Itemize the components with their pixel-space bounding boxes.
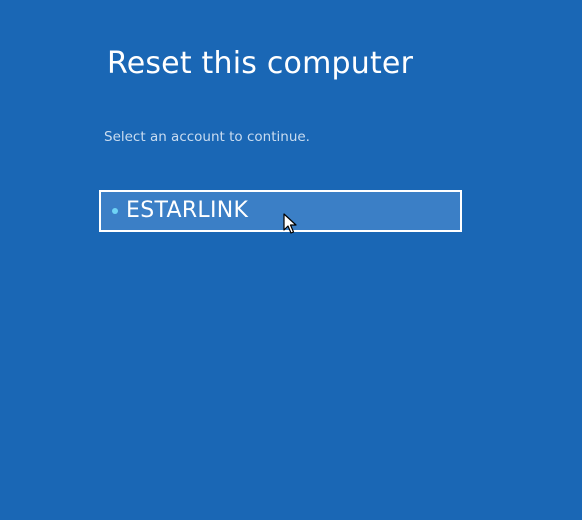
mouse-pointer-icon xyxy=(283,213,297,234)
account-item-estarlink[interactable]: ESTARLINK xyxy=(99,190,462,232)
account-bullet-icon xyxy=(112,208,118,214)
account-name: ESTARLINK xyxy=(126,198,249,223)
page-title: Reset this computer xyxy=(107,46,414,81)
reset-screen: Reset this computer Select an account to… xyxy=(0,0,582,520)
account-prompt: Select an account to continue. xyxy=(104,129,310,145)
